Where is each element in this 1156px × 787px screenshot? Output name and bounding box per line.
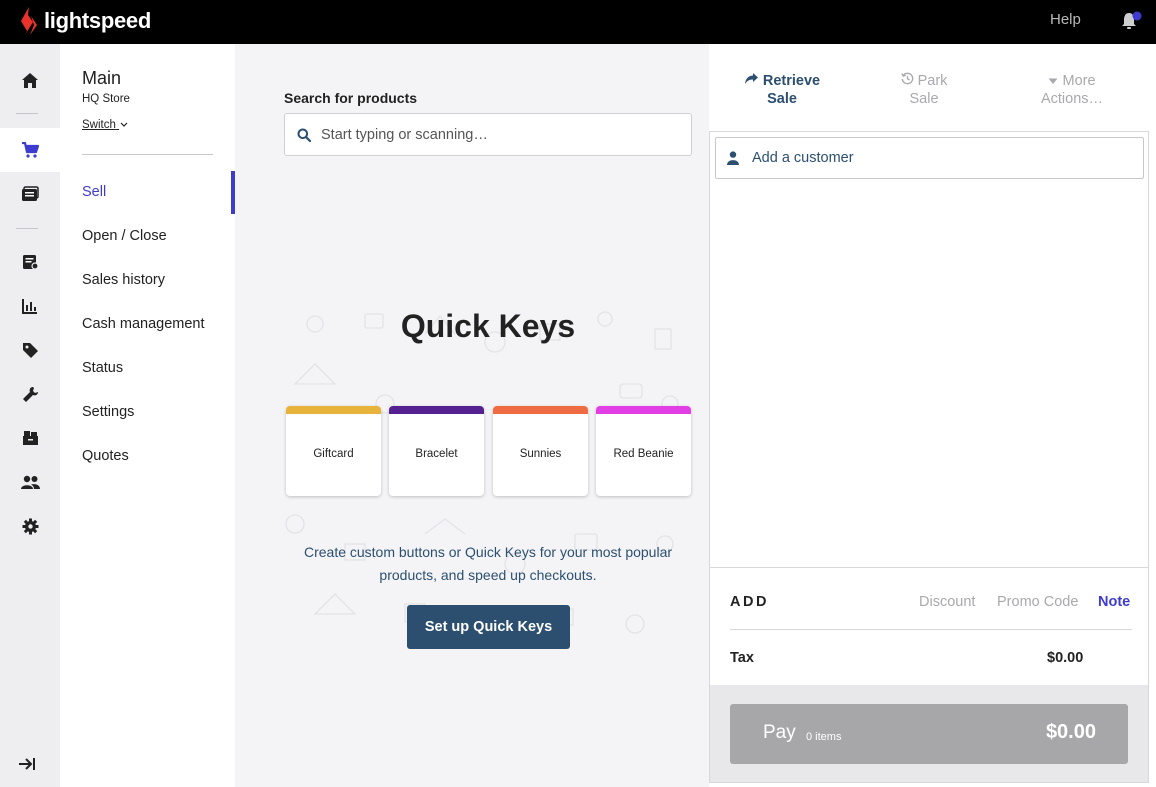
quick-key-giftcard[interactable]: Giftcard (286, 406, 381, 496)
history-icon (900, 72, 913, 85)
search-icon (297, 128, 311, 142)
retrieve-sale-button[interactable]: Retrieve Sale (727, 72, 837, 108)
switch-label: Switch (82, 119, 116, 131)
quick-keys-description: Create custom buttons or Quick Keys for … (303, 544, 673, 583)
cart-panel: Add a customer ADD Discount Promo Code N… (709, 131, 1149, 783)
quick-key-color-bar (596, 406, 691, 414)
bell-icon (1122, 11, 1142, 29)
rail-divider (16, 228, 38, 229)
note-link[interactable]: Note (1098, 594, 1130, 610)
switch-store-link[interactable]: Switch (82, 119, 128, 131)
section-nav: Main HQ Store Switch Sell Open / Close S… (60, 44, 235, 787)
logo-text: lightspeed (44, 8, 152, 33)
quick-key-red-beanie[interactable]: Red Beanie (596, 406, 691, 496)
store-title: Main (82, 68, 122, 88)
add-section: ADD Discount Promo Code Note Tax $0.00 (710, 567, 1148, 685)
more-actions-button[interactable]: More Actions… (1017, 72, 1127, 108)
sale-panel: Retrieve Sale Park Sale More Actions… Ad… (709, 44, 1156, 787)
nav-item-open-close[interactable]: Open / Close (82, 228, 167, 244)
add-divider (730, 629, 1132, 630)
icon-rail (0, 44, 60, 787)
nav-item-sell[interactable]: Sell (82, 184, 106, 200)
search-box[interactable] (284, 113, 692, 156)
discount-link[interactable]: Discount (919, 594, 975, 610)
pay-item-count: 0 items (806, 731, 842, 743)
more-label-line1: More (1062, 73, 1096, 89)
nav-item-quotes[interactable]: Quotes (82, 448, 129, 464)
expand-sidebar-icon[interactable] (18, 757, 36, 776)
wrench-icon[interactable] (0, 372, 60, 416)
add-customer-field[interactable]: Add a customer (715, 137, 1144, 179)
inventory-icon[interactable] (0, 416, 60, 460)
more-label-line2: Actions… (1040, 91, 1104, 107)
caret-down-icon (1048, 78, 1058, 84)
search-input[interactable] (321, 114, 681, 155)
reports-icon[interactable] (0, 284, 60, 328)
add-customer-label: Add a customer (752, 150, 854, 166)
pay-label: Pay (763, 722, 796, 743)
store-subtitle: HQ Store (82, 93, 130, 105)
sell-main-area: Search for products Quick Keys Giftcard … (235, 44, 709, 787)
quick-keys-title: Quick Keys (400, 308, 576, 344)
share-arrow-icon (744, 73, 758, 84)
pay-button[interactable]: Pay 0 items $0.00 (730, 704, 1128, 764)
quick-key-label: Bracelet (415, 448, 458, 460)
rail-divider (16, 113, 38, 114)
help-link[interactable]: Help (1050, 11, 1081, 28)
invoice-icon[interactable] (0, 240, 60, 284)
quick-key-color-bar (389, 406, 484, 414)
pay-area: Pay 0 items $0.00 (710, 685, 1148, 782)
retrieve-label-line1: Retrieve (762, 73, 821, 89)
quick-key-sunnies[interactable]: Sunnies (493, 406, 588, 496)
park-sale-button[interactable]: Park Sale (869, 72, 979, 108)
home-icon[interactable] (0, 58, 60, 102)
register-icon[interactable] (0, 172, 60, 216)
quick-key-color-bar (493, 406, 588, 414)
tag-icon[interactable] (0, 328, 60, 372)
add-label: ADD (730, 594, 769, 610)
user-icon (727, 151, 739, 165)
top-bar: lightspeed Help (0, 0, 1156, 44)
nav-item-settings[interactable]: Settings (82, 404, 134, 420)
flame-icon (21, 7, 37, 35)
nav-divider (82, 154, 213, 155)
cart-icon[interactable] (0, 128, 60, 172)
retrieve-label-line2: Sale (767, 91, 797, 107)
quick-key-label: Giftcard (313, 448, 354, 460)
promo-code-link[interactable]: Promo Code (997, 594, 1078, 610)
search-label: Search for products (284, 90, 418, 106)
nav-item-cash-management[interactable]: Cash management (82, 316, 205, 332)
nav-item-status[interactable]: Status (82, 360, 123, 376)
quick-key-color-bar (286, 406, 381, 414)
pay-total: $0.00 (1045, 721, 1096, 743)
park-label-line2: Sale (909, 91, 939, 107)
gear-icon[interactable] (0, 504, 60, 548)
tax-label: Tax (730, 650, 754, 666)
quick-key-label: Red Beanie (613, 448, 674, 460)
customers-icon[interactable] (0, 460, 60, 504)
quick-key-bracelet[interactable]: Bracelet (389, 406, 484, 496)
quick-key-label: Sunnies (519, 448, 562, 460)
park-label-line1: Park (917, 73, 948, 89)
nav-item-sales-history[interactable]: Sales history (82, 272, 165, 288)
tax-value: $0.00 (1047, 650, 1084, 666)
chevron-down-icon (120, 122, 128, 127)
notifications-button[interactable] (1120, 10, 1144, 32)
setup-quick-keys-button[interactable]: Set up Quick Keys (407, 605, 570, 649)
lightspeed-logo[interactable]: lightspeed (18, 6, 151, 36)
